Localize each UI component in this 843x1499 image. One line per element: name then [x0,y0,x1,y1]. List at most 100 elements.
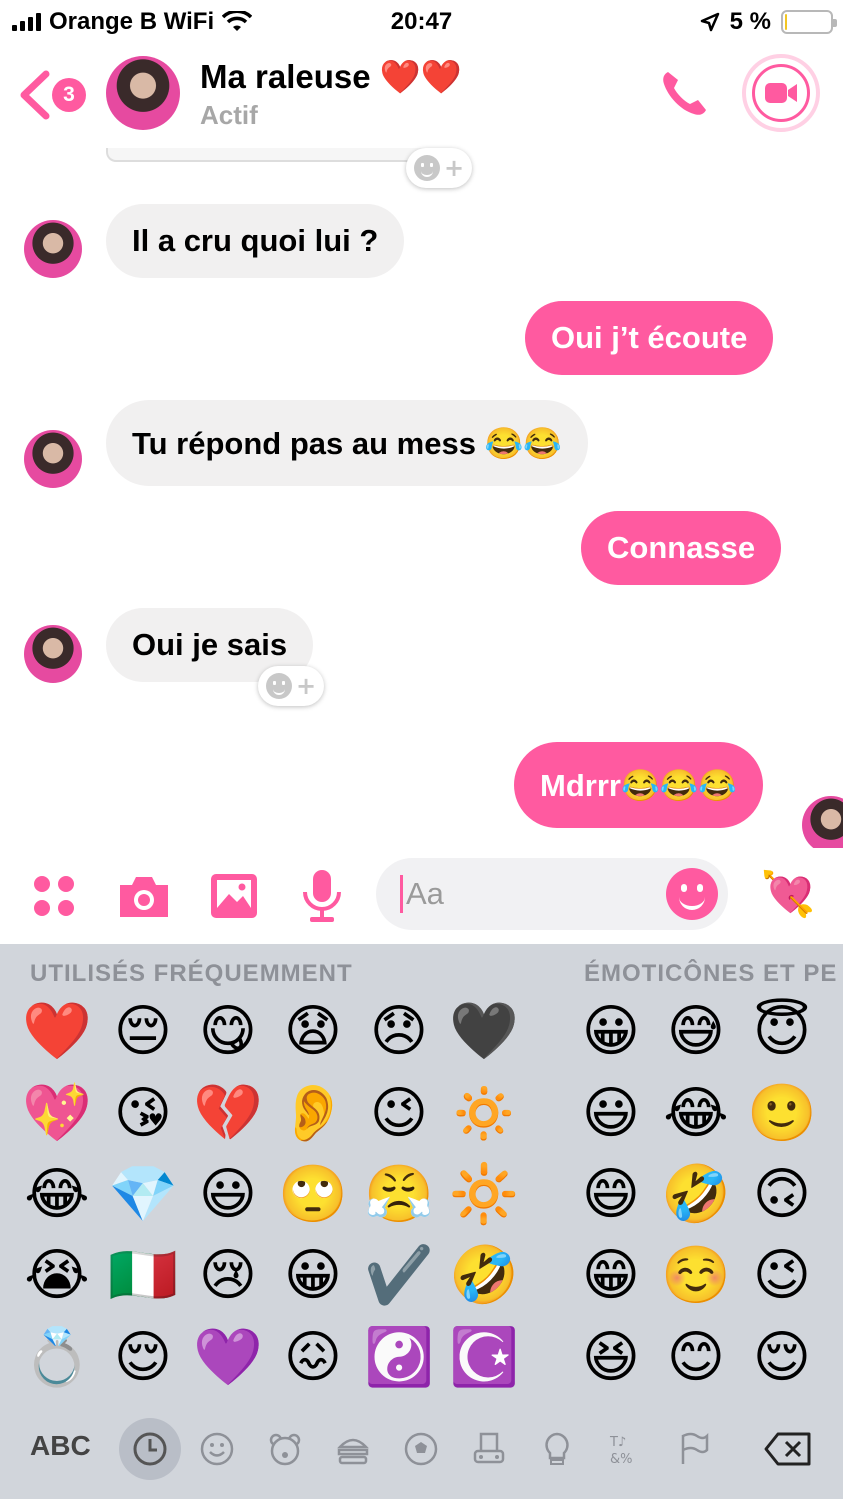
smiley-icon [413,155,440,181]
emoji-key[interactable]: 💎 [103,1155,183,1235]
emoji-key[interactable]: 💔 [188,1074,268,1154]
message-list[interactable]: + Il a cru quoi lui ? Oui j’t écoute Tu … [0,148,843,854]
message-bubble-incoming[interactable]: Tu répond pas au mess 😂😂 [106,400,588,486]
emoji-key[interactable]: 😋 [188,992,268,1072]
emoji-key[interactable]: 😭 [17,1236,97,1316]
heart-arrow-icon: 💘 [760,869,816,920]
food-icon [337,1438,369,1465]
emoji-key[interactable]: ☪️ [444,1318,524,1398]
abc-keyboard-button[interactable]: ABC [30,1430,91,1462]
emoji-key[interactable]: 🙂 [742,1074,822,1154]
tab-flags[interactable] [662,1418,724,1480]
message-bubble-incoming[interactable]: Il a cru quoi lui ? [106,204,405,278]
emoji-key[interactable]: 😀 [571,992,651,1072]
emoji-key[interactable]: 😊 [656,1318,736,1398]
emoji-key[interactable]: 😃 [571,1074,651,1154]
add-reaction-button[interactable]: + [258,666,324,706]
message-bubble-outgoing[interactable]: Oui j’t écoute [525,301,774,375]
camera-button[interactable] [116,868,172,924]
battery-icon [781,10,837,34]
smiley-icon[interactable] [666,868,718,920]
message-input-placeholder: Aa [406,876,444,911]
emoji-key[interactable]: 😌 [742,1318,822,1398]
emoji-key[interactable]: 😉 [359,1074,439,1154]
message-bubble-outgoing[interactable]: Connasse [581,511,782,585]
apps-grid-icon [34,876,74,916]
tab-recent[interactable] [119,1418,181,1480]
chevron-left-icon [20,70,50,120]
sender-avatar[interactable] [24,220,82,278]
message-input[interactable]: Aa [376,858,728,930]
video-call-button[interactable] [742,54,820,132]
emoji-key[interactable]: 🖤 [444,992,524,1072]
emoji-key[interactable]: 😁 [571,1236,651,1316]
emoji-key[interactable]: 🔆 [444,1155,524,1235]
section-label-smileys: ÉMOTICÔNES ET PE [584,960,838,987]
emoji-key[interactable]: 😉 [742,1236,822,1316]
emoji-key[interactable]: 😂 [17,1155,97,1235]
emoji-key[interactable]: ✔️ [359,1236,439,1316]
symbols-icon: T♪ &% [609,1435,633,1467]
gallery-button[interactable] [206,868,262,924]
emoji-key[interactable]: 🇮🇹 [103,1236,183,1316]
emoji-key[interactable]: 😢 [188,1236,268,1316]
emoji-key[interactable]: 😃 [188,1155,268,1235]
contact-status: Actif [200,100,258,130]
emoji-key[interactable]: 🙄 [273,1155,353,1235]
emoji-key[interactable]: 😞 [359,992,439,1072]
emoji-key[interactable]: 😄 [571,1155,651,1235]
back-button[interactable]: 3 [18,66,90,122]
tab-animals[interactable] [254,1418,316,1480]
tab-food[interactable] [322,1418,384,1480]
emoji-key[interactable]: 😀 [273,1236,353,1316]
emoji-key[interactable]: 😔 [103,992,183,1072]
message-bubble-outgoing[interactable]: Mdrrr😂😂😂 [514,742,763,828]
recent-clock-icon [133,1432,167,1466]
contact-avatar[interactable] [106,56,180,130]
send-heart-button[interactable]: 💘 [758,864,818,924]
tab-travel[interactable] [458,1418,520,1480]
emoji-key[interactable]: 😆 [571,1318,651,1398]
emoji-key[interactable]: 👂 [273,1074,353,1154]
emoji-key[interactable]: 💍 [17,1318,97,1398]
tab-objects[interactable] [526,1418,588,1480]
emoji-key[interactable]: 😅 [656,992,736,1072]
conversation-header: 3 Ma raleuse ❤️❤️ Actif [0,44,843,148]
emoji-key[interactable]: 💖 [17,1074,97,1154]
animal-bear-icon [269,1433,301,1466]
smiley-icon [200,1432,234,1466]
emoji-key[interactable]: 💜 [188,1318,268,1398]
emoji-key[interactable]: 😌 [103,1318,183,1398]
emoji-key[interactable]: 😂 [656,1074,736,1154]
emoji-key[interactable]: 😇 [742,992,822,1072]
emoji-key[interactable]: ❤️ [17,992,97,1072]
svg-text:T♪: T♪ [609,1435,626,1450]
audio-call-button[interactable] [656,66,712,122]
tab-smileys[interactable] [186,1418,248,1480]
flag-icon [681,1432,709,1464]
more-options-button[interactable] [26,868,82,924]
emoji-key[interactable]: 😖 [273,1318,353,1398]
delete-button[interactable] [764,1432,812,1466]
sender-avatar[interactable] [24,625,82,683]
emoji-key[interactable]: 🔅 [444,1074,524,1154]
keyboard-toolbar: ABC T♪ &% [0,1410,843,1499]
emoji-key[interactable]: 😧 [273,992,353,1072]
add-reaction-button[interactable]: + [406,148,472,188]
camera-icon [120,877,168,917]
lightbulb-icon [545,1432,569,1465]
voice-message-button[interactable] [294,868,350,924]
previous-message-attachment[interactable] [106,148,440,162]
emoji-key[interactable]: 🤣 [656,1155,736,1235]
emoji-key[interactable]: ☺️ [656,1236,736,1316]
emoji-key[interactable]: 😘 [103,1074,183,1154]
emoji-key[interactable]: 😤 [359,1155,439,1235]
emoji-key[interactable]: 🤣 [444,1236,524,1316]
tab-symbols[interactable]: T♪ &% [594,1418,656,1480]
contact-name[interactable]: Ma raleuse ❤️❤️ [200,58,462,97]
emoji-key[interactable]: ☯️ [359,1318,439,1398]
sender-avatar[interactable] [24,430,82,488]
emoji-key[interactable]: 🙃 [742,1155,822,1235]
battery-percent: 5 % [729,8,771,35]
tab-activity[interactable] [390,1418,452,1480]
